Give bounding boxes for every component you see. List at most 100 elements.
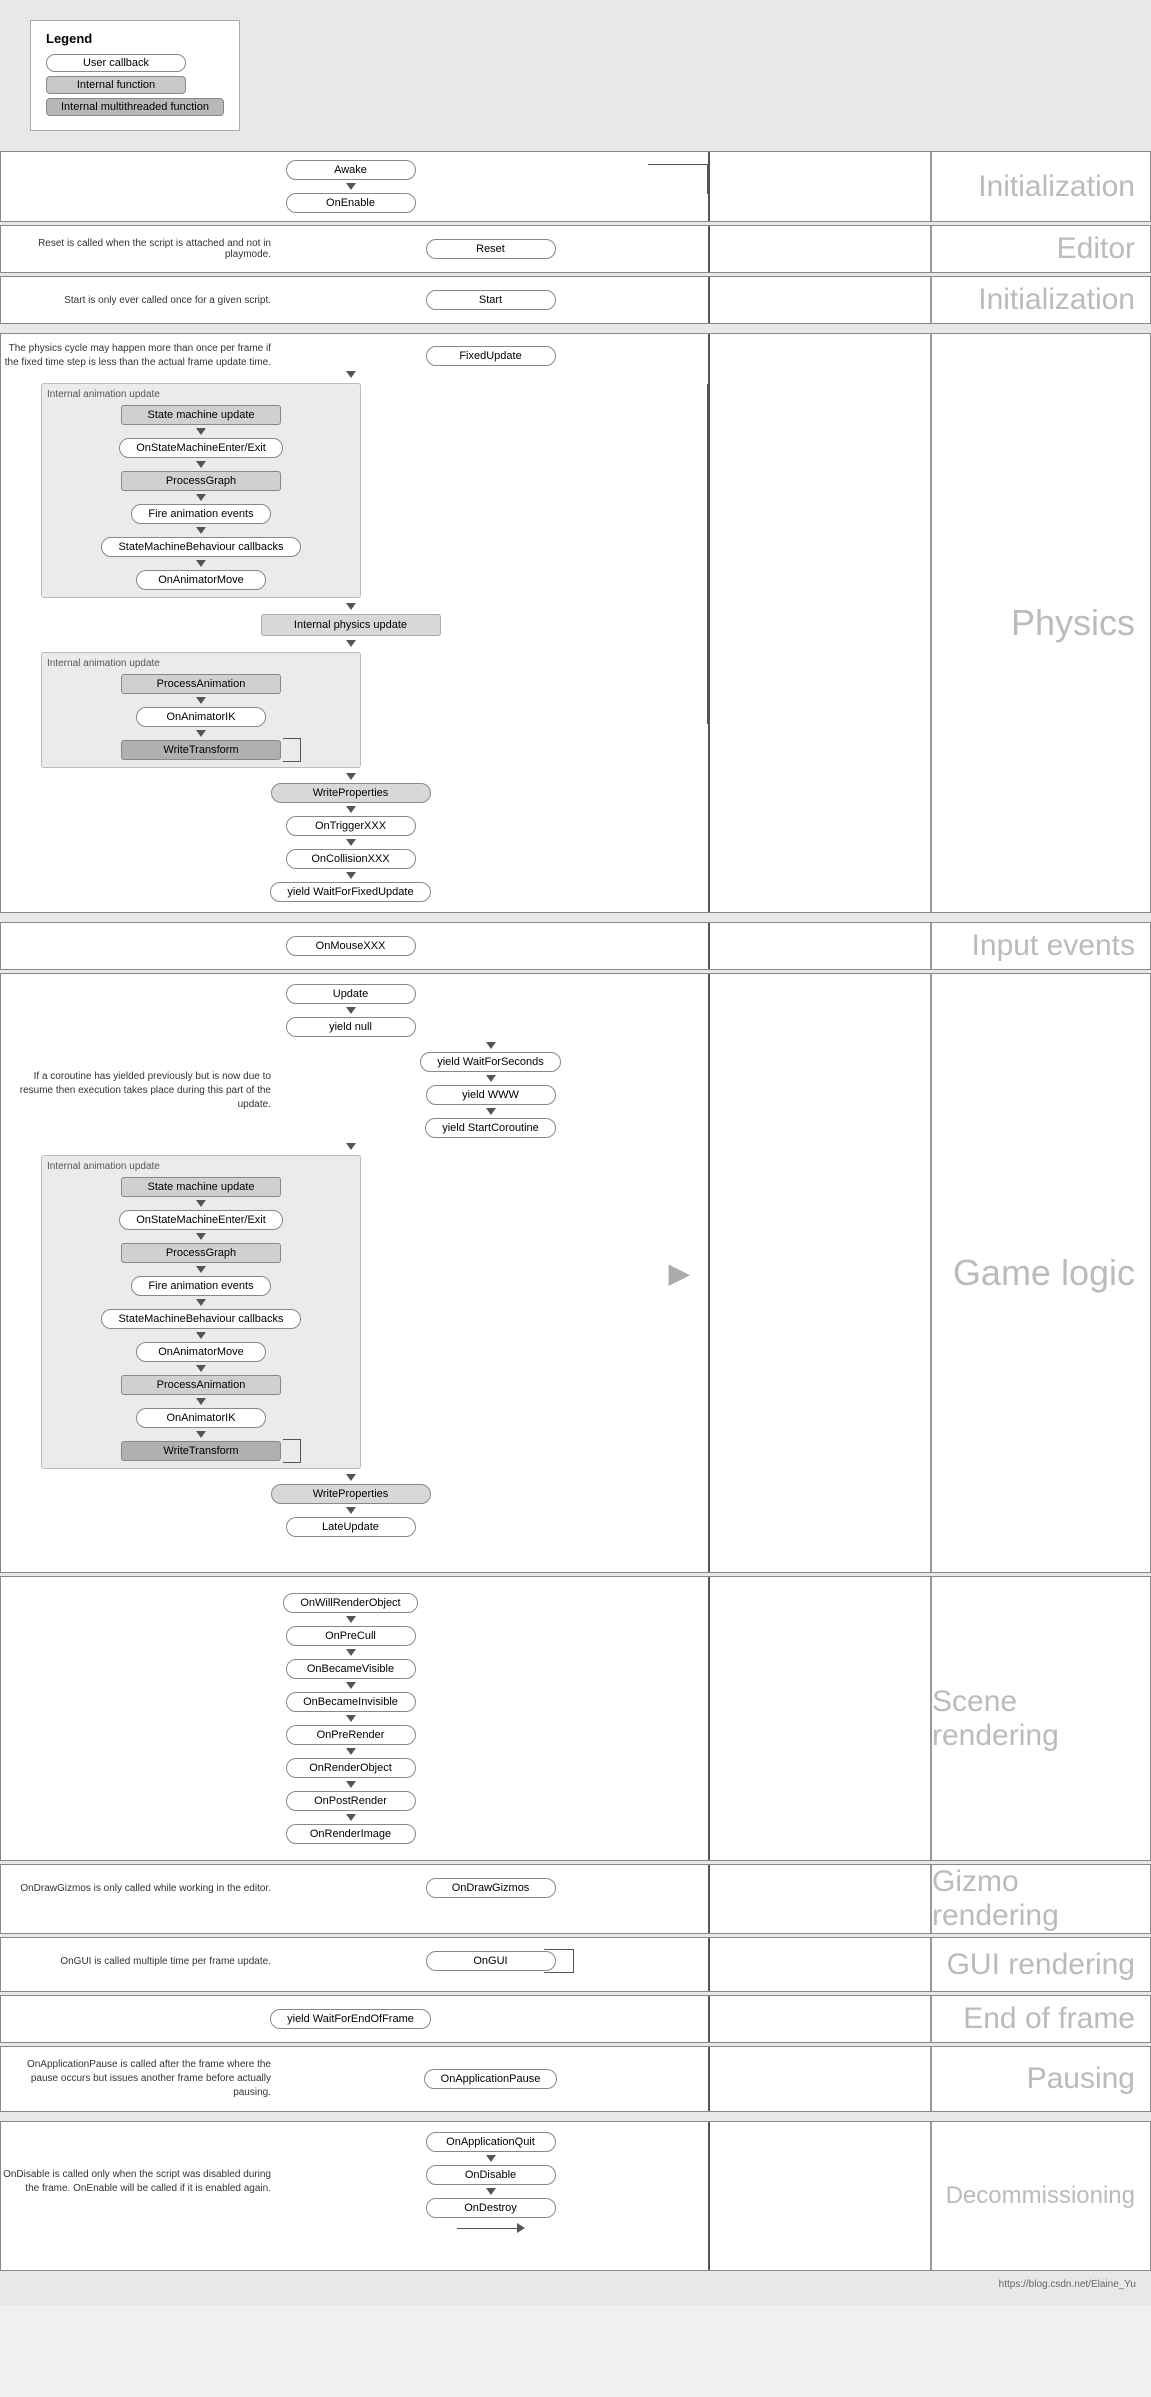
node-yield-start-coroutine: yield StartCoroutine: [425, 1118, 556, 1138]
footer-url: https://blog.csdn.net/Elaine_Yu: [999, 2279, 1136, 2290]
node-on-draw-gizmos: OnDrawGizmos: [426, 1878, 556, 1898]
node-on-application-pause: OnApplicationPause: [424, 2069, 558, 2089]
node-on-became-invisible: OnBecameInvisible: [286, 1692, 416, 1712]
node-fire-anim-events-gl: Fire animation events: [131, 1276, 270, 1296]
node-write-transform-p: WriteTransform: [121, 740, 281, 760]
section-pausing: OnApplicationPause is called after the f…: [0, 2046, 1151, 2112]
node-on-animator-ik-p: OnAnimatorIK: [136, 707, 266, 727]
node-on-pre-cull: OnPreCull: [286, 1626, 416, 1646]
node-process-animation-p: ProcessAnimation: [121, 674, 281, 694]
section-scene-label: Scene rendering: [930, 1577, 1150, 1860]
node-yield-wait-for-seconds: yield WaitForSeconds: [420, 1052, 561, 1072]
arrow-p1: [346, 371, 356, 378]
node-yield-wait-fixed-update: yield WaitForFixedUpdate: [270, 882, 430, 902]
node-awake: Awake: [286, 160, 416, 180]
node-yield-null: yield null: [286, 1017, 416, 1037]
node-on-render-object: OnRenderObject: [286, 1758, 416, 1778]
node-on-pre-render: OnPreRender: [286, 1725, 416, 1745]
node-on-state-machine-gl: OnStateMachineEnter/Exit: [119, 1210, 283, 1230]
internal-anim-update-2: Internal animation update ProcessAnimati…: [41, 652, 361, 768]
node-fire-anim-events-p: Fire animation events: [131, 504, 270, 524]
legend-item-2: Internal multithreaded function: [46, 98, 224, 116]
node-process-graph-gl: ProcessGraph: [121, 1243, 281, 1263]
node-write-properties-p: WriteProperties: [271, 783, 431, 803]
node-on-gui: OnGUI: [426, 1951, 556, 1971]
section-physics-body: The physics cycle may happen more than o…: [1, 334, 930, 912]
section-editor: Reset is called when the script is attac…: [0, 225, 1151, 273]
section-init2-label: Initialization: [930, 277, 1150, 323]
legend-user-callback: User callback: [46, 54, 186, 72]
section-gui-body: OnGUI is called multiple time per frame …: [1, 1938, 930, 1991]
pausing-desc: OnApplicationPause is called after the f…: [1, 2058, 281, 2100]
legend-item-0: User callback: [46, 54, 224, 72]
editor-desc: Reset is called when the script is attac…: [1, 238, 281, 260]
section-decom-body: OnDisable is called only when the script…: [1, 2122, 930, 2270]
section-editor-body: Reset is called when the script is attac…: [1, 226, 930, 272]
section-gui-label: GUI rendering: [930, 1938, 1150, 1991]
legend-title: Legend: [46, 31, 224, 46]
node-state-machine-behaviour-gl: StateMachineBehaviour callbacks: [101, 1309, 300, 1329]
section-physics: The physics cycle may happen more than o…: [0, 333, 1151, 913]
node-fixedupdate: FixedUpdate: [426, 346, 556, 366]
section-editor-label: Editor: [930, 226, 1150, 272]
section-end-of-frame: yield WaitForEndOfFrame End of frame: [0, 1995, 1151, 2043]
section-init2-body: Start is only ever called once for a giv…: [1, 277, 930, 323]
node-state-machine-update-p: State machine update: [121, 405, 281, 425]
arrow-awake-onenable: [346, 183, 356, 190]
node-write-properties-gl: WriteProperties: [271, 1484, 431, 1504]
section-scene-rendering: OnWillRenderObject OnPreCull OnBecameVis…: [0, 1576, 1151, 1861]
node-on-render-image: OnRenderImage: [286, 1824, 416, 1844]
node-on-post-render: OnPostRender: [286, 1791, 416, 1811]
section-game-body: ▶ Update yield null If a coroutine has y…: [1, 974, 930, 1572]
node-on-trigger-xxx: OnTriggerXXX: [286, 816, 416, 836]
section-init1-body: Awake OnEnable: [1, 152, 930, 221]
node-late-update: LateUpdate: [286, 1517, 416, 1537]
legend-internal-function: Internal function: [46, 76, 186, 94]
gizmo-desc: OnDrawGizmos is only called while workin…: [1, 1883, 281, 1894]
node-on-animator-ik-gl: OnAnimatorIK: [136, 1408, 266, 1428]
node-yield-www: yield WWW: [426, 1085, 556, 1105]
section-initialization2: Start is only ever called once for a giv…: [0, 276, 1151, 324]
internal-anim-update-1: Internal animation update State machine …: [41, 383, 361, 598]
physics-desc: The physics cycle may happen more than o…: [1, 342, 281, 370]
section-game-label: Game logic: [930, 974, 1150, 1572]
section-input-events: OnMouseXXX Input events: [0, 922, 1151, 970]
decom-desc: OnDisable is called only when the script…: [1, 2168, 281, 2196]
node-process-graph-p: ProcessGraph: [121, 471, 281, 491]
section-eof-body: yield WaitForEndOfFrame: [1, 1996, 930, 2042]
internal-anim-update-gl: Internal animation update State machine …: [41, 1155, 361, 1469]
legend-box: Legend User callback Internal function I…: [30, 20, 240, 131]
node-on-mouse-xxx: OnMouseXXX: [286, 936, 416, 956]
section-gizmo-body: OnDrawGizmos is only called while workin…: [1, 1865, 930, 1933]
section-init1-label: Initialization: [930, 152, 1150, 221]
node-process-animation-gl: ProcessAnimation: [121, 1375, 281, 1395]
section-physics-label: Physics: [930, 334, 1150, 912]
init2-desc: Start is only ever called once for a giv…: [1, 295, 281, 306]
node-onenable: OnEnable: [286, 193, 416, 213]
node-on-application-quit: OnApplicationQuit: [426, 2132, 556, 2152]
node-on-became-visible: OnBecameVisible: [286, 1659, 416, 1679]
node-on-state-machine-enter-exit-p: OnStateMachineEnter/Exit: [119, 438, 283, 458]
internal-anim-label-2: Internal animation update: [47, 658, 355, 669]
coroutine-desc: If a coroutine has yielded previously bu…: [1, 1070, 281, 1112]
section-game-logic: ▶ Update yield null If a coroutine has y…: [0, 973, 1151, 1573]
node-internal-physics-update: Internal physics update: [261, 614, 441, 636]
node-state-machine-update-gl: State machine update: [121, 1177, 281, 1197]
node-on-will-render: OnWillRenderObject: [283, 1593, 417, 1613]
internal-anim-label-1: Internal animation update: [47, 389, 355, 400]
section-scene-body: OnWillRenderObject OnPreCull OnBecameVis…: [1, 1577, 930, 1860]
node-yield-wait-end-of-frame: yield WaitForEndOfFrame: [270, 2009, 431, 2029]
section-decommissioning: OnDisable is called only when the script…: [0, 2121, 1151, 2271]
section-pausing-label: Pausing: [930, 2047, 1150, 2111]
node-state-machine-behaviour-callbacks-p: StateMachineBehaviour callbacks: [101, 537, 300, 557]
legend-item-1: Internal function: [46, 76, 224, 94]
section-gui-rendering: OnGUI is called multiple time per frame …: [0, 1937, 1151, 1992]
section-eof-label: End of frame: [930, 1996, 1150, 2042]
node-on-disable: OnDisable: [426, 2165, 556, 2185]
internal-anim-label-gl: Internal animation update: [47, 1161, 355, 1172]
node-on-animator-move-gl: OnAnimatorMove: [136, 1342, 266, 1362]
node-on-collision-xxx: OnCollisionXXX: [286, 849, 416, 869]
page-wrapper: Legend User callback Internal function I…: [0, 0, 1151, 2305]
legend-multithreaded-function: Internal multithreaded function: [46, 98, 224, 116]
node-update: Update: [286, 984, 416, 1004]
